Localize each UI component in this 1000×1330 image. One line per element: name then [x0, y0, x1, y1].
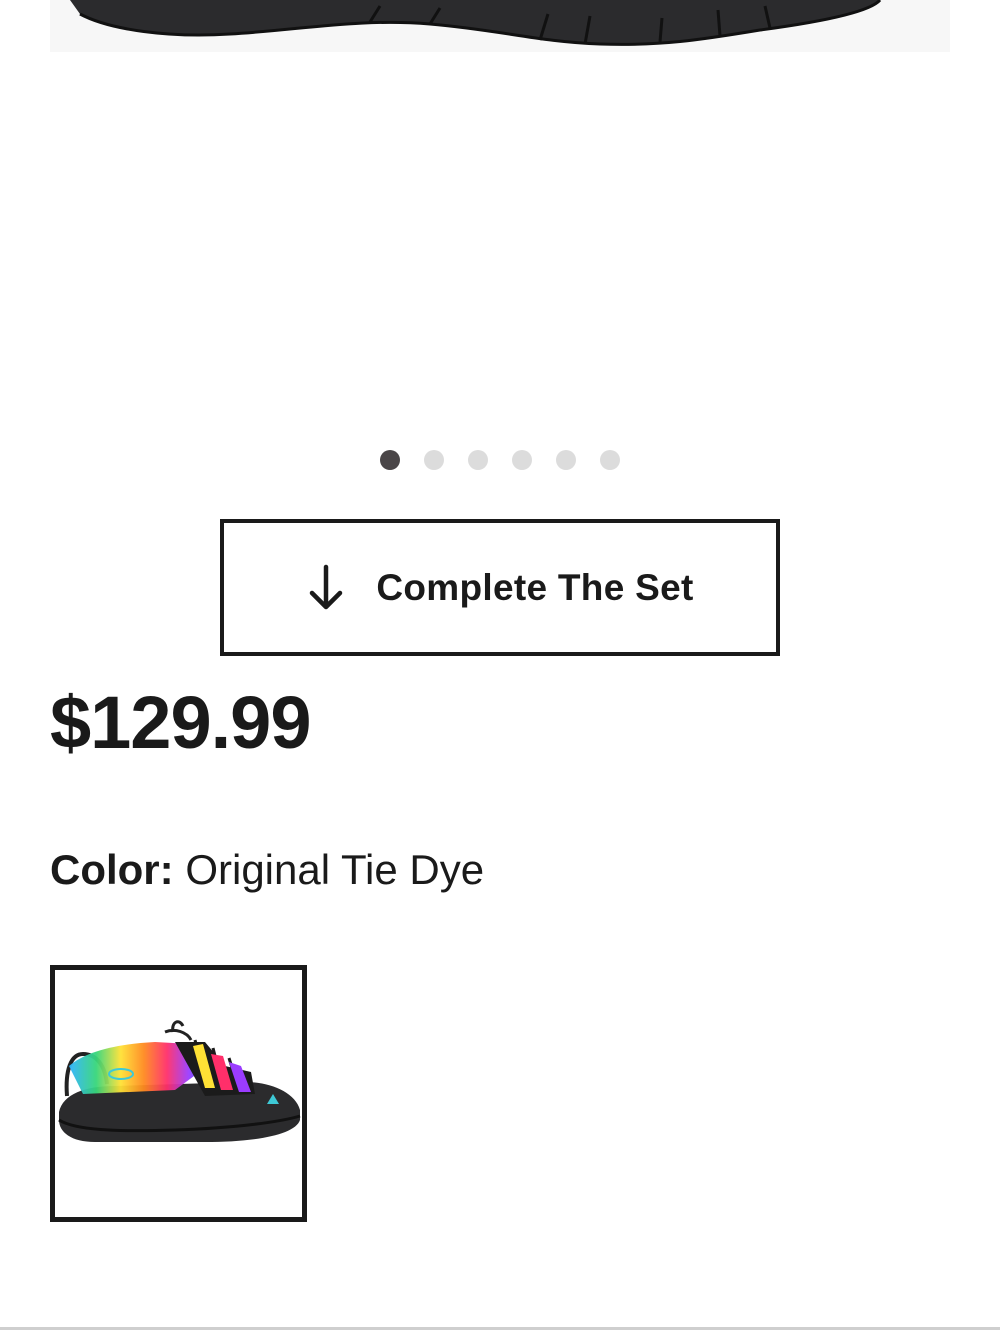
color-swatch-original-tie-dye[interactable]	[50, 965, 307, 1222]
arrow-down-icon	[306, 563, 346, 613]
complete-the-set-label: Complete The Set	[376, 566, 694, 608]
product-price: $129.99	[50, 681, 311, 764]
carousel-dot-3[interactable]	[468, 450, 488, 470]
carousel-dot-5[interactable]	[556, 450, 576, 470]
color-selection: Color: Original Tie Dye	[50, 846, 484, 894]
carousel-dot-2[interactable]	[424, 450, 444, 470]
carousel-dot-4[interactable]	[512, 450, 532, 470]
color-value: Original Tie Dye	[185, 846, 485, 893]
carousel-pagination	[0, 450, 1000, 470]
carousel-dot-6[interactable]	[600, 450, 620, 470]
color-label: Color:	[50, 846, 174, 893]
tie-dye-sandal-thumbnail	[58, 1020, 301, 1142]
complete-the-set-button[interactable]: Complete The Set	[220, 519, 780, 656]
carousel-dot-1[interactable]	[380, 450, 400, 470]
shoe-sole-image	[50, 0, 950, 52]
product-image	[0, 0, 1000, 420]
